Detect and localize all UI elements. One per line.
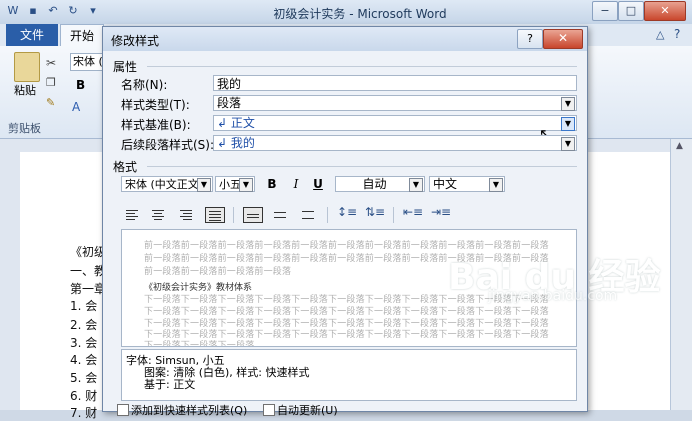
add-to-quick-style-label: 添加到快速样式列表(Q) (131, 404, 248, 417)
save-icon[interactable]: ▪ (26, 4, 40, 18)
help-icon[interactable]: ? (674, 27, 680, 41)
tab-file[interactable]: 文件 (6, 24, 58, 46)
toolbar-separator (393, 207, 394, 223)
justify-icon[interactable] (205, 207, 225, 223)
document-line: 3. 会 (70, 336, 98, 350)
customize-quick-access-icon[interactable]: ▾ (86, 4, 100, 18)
preview-prev-line: 前一段落前一段落前一段落前一段落 (144, 267, 292, 277)
double-spacing-icon[interactable] (299, 207, 319, 223)
window-title: 初级会计实务 - Microsoft Word (273, 7, 447, 21)
font-color-select[interactable]: 自动 ▼ (335, 176, 425, 192)
baidu-watermark-logo: Bai du 经验 jingyan.baidu.com (448, 230, 688, 310)
document-line: 4. 会 (70, 353, 98, 367)
chevron-down-icon[interactable]: ▼ (489, 178, 503, 192)
window-titlebar: W ▪ ↶ ↻ ▾ 初级会计实务 - Microsoft Word − □ ✕ (0, 0, 692, 25)
clipboard-group-label: 剪贴板 (8, 122, 41, 135)
properties-section-title: 属性 (113, 60, 138, 74)
chevron-down-icon[interactable]: ▼ (561, 117, 575, 131)
copy-icon[interactable]: ❐ (46, 76, 56, 89)
underline-button[interactable]: U (309, 176, 327, 192)
dialog-close-button[interactable]: ✕ (543, 29, 583, 49)
paste-icon[interactable] (14, 52, 40, 82)
dialog-title: 修改样式 (111, 34, 160, 48)
auto-update-checkbox[interactable] (263, 404, 275, 416)
bold-button[interactable]: B (76, 78, 85, 92)
document-line: 1. 会 (70, 299, 98, 313)
dialog-help-button[interactable]: ? (517, 29, 543, 49)
find-icon[interactable] (596, 56, 656, 86)
watermark-url: jingyan.baidu.com (488, 288, 618, 304)
align-right-icon[interactable] (177, 207, 197, 223)
format-section-title: 格式 (113, 160, 138, 174)
font-color-value: 自动 (362, 177, 387, 191)
increase-indent-icon[interactable]: ⇥≡ (431, 205, 451, 219)
font-select[interactable]: 宋体 (中文正文 ▼ (121, 176, 213, 192)
style-type-value: 段落 (217, 96, 242, 110)
chevron-down-icon[interactable]: ▼ (239, 178, 253, 192)
document-line: 2. 会 (70, 318, 98, 332)
next-style-label: 后续段落样式(S): (121, 138, 215, 152)
format-divider (147, 166, 577, 167)
document-line: 一、教 (70, 264, 107, 278)
add-to-quick-style-checkbox[interactable] (117, 404, 129, 416)
style-based-on-select[interactable]: ↲ 正文 ▼ (213, 115, 577, 131)
description-line: 基于: 正文 (144, 378, 196, 391)
italic-button[interactable]: I (287, 176, 305, 192)
auto-update-label: 自动更新(U) (277, 404, 338, 417)
style-type-label: 样式类型(T): (121, 98, 190, 112)
document-line: 7. 财 (70, 406, 98, 420)
align-left-icon[interactable] (123, 207, 143, 223)
format-painter-icon[interactable]: ✎ (46, 96, 55, 109)
scroll-up-icon[interactable]: ▲ (676, 141, 683, 151)
properties-divider (147, 66, 577, 67)
document-line: 5. 会 (70, 371, 98, 385)
tab-home[interactable]: 开始 (60, 24, 104, 48)
document-line: 第一章 (70, 282, 107, 296)
increase-paragraph-spacing-icon[interactable]: ↕≡ (337, 205, 357, 219)
preview-next-line: 下一段落下一段落下一段落 (144, 341, 255, 347)
one-half-spacing-icon[interactable] (271, 207, 291, 223)
next-style-value: ↲ 我的 (217, 136, 255, 150)
paste-button-label[interactable]: 粘贴 (14, 82, 36, 98)
font-size-value: 小五 (219, 178, 241, 191)
word-logo-icon: W (7, 4, 19, 17)
minimize-button[interactable]: − (592, 1, 618, 21)
language-select[interactable]: 中文 ▼ (429, 176, 505, 192)
based-on-value: ↲ 正文 (217, 116, 255, 130)
based-on-label: 样式基准(B): (121, 118, 191, 132)
toolbar-separator (233, 207, 234, 223)
font-value: 宋体 (中文正文 (125, 178, 199, 191)
cut-icon[interactable]: ✂ (46, 56, 56, 70)
style-name-input[interactable]: 我的 (213, 75, 577, 91)
window-close-button[interactable]: ✕ (644, 1, 686, 21)
undo-icon[interactable]: ↶ (46, 4, 60, 18)
modify-style-dialog: 修改样式 ? ✕ 属性 名称(N): 我的 样式类型(T): 段落 ▼ 样式基准… (102, 26, 588, 417)
dialog-titlebar[interactable]: 修改样式 ? ✕ (103, 27, 587, 51)
align-center-icon[interactable] (149, 207, 169, 223)
language-value: 中文 (433, 177, 458, 191)
text-effect-button[interactable]: A (72, 100, 80, 114)
name-label: 名称(N): (121, 78, 168, 92)
maximize-button[interactable]: □ (618, 1, 644, 21)
chevron-down-icon[interactable]: ▼ (409, 178, 423, 192)
single-spacing-icon[interactable] (243, 207, 263, 223)
redo-icon[interactable]: ↻ (66, 4, 80, 18)
decrease-indent-icon[interactable]: ⇤≡ (403, 205, 423, 219)
chevron-down-icon[interactable]: ▼ (561, 137, 575, 151)
toolbar-separator (327, 207, 328, 223)
chevron-down-icon[interactable]: ▼ (561, 97, 575, 111)
font-size-select[interactable]: 小五 ▼ (215, 176, 255, 192)
style-type-select[interactable]: 段落 ▼ (213, 95, 577, 111)
bold-button[interactable]: B (263, 176, 281, 192)
document-line: 《初级 (70, 245, 107, 259)
ribbon-right-controls: △ ? (584, 26, 692, 44)
style-description-box: 字体: Simsun, 小五 图案: 清除 (白色), 样式: 快速样式 基于:… (121, 349, 577, 401)
ribbon-minimize-icon[interactable]: △ (656, 28, 664, 41)
document-line: 6. 财 (70, 389, 98, 403)
decrease-paragraph-spacing-icon[interactable]: ⇅≡ (365, 205, 385, 219)
next-paragraph-style-select[interactable]: ↲ 我的 ▼ (213, 135, 577, 151)
chevron-down-icon[interactable]: ▼ (197, 178, 211, 192)
